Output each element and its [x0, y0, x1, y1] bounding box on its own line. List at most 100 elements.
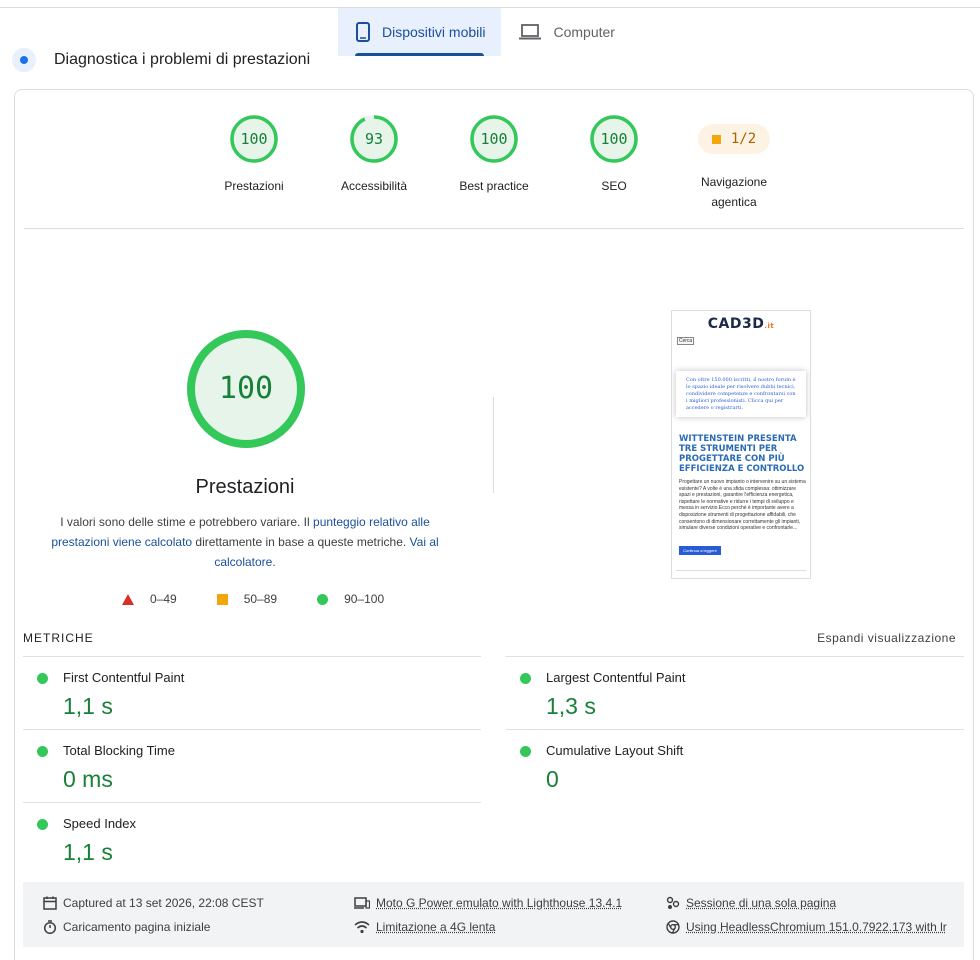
gauge-label: Best practice	[434, 176, 554, 196]
metric-name: Largest Contentful Paint	[546, 670, 685, 685]
session-icon	[666, 896, 680, 910]
metric-fcp: First Contentful Paint 1,1 s	[23, 656, 481, 729]
metric-value: 1,3 s	[546, 693, 596, 720]
pass-circle-icon	[37, 673, 48, 684]
gauge-label: Accessibilità	[314, 176, 434, 196]
footer-browser[interactable]: Using HeadlessChromium 151.0.7922.173 wi…	[666, 920, 947, 934]
score-value: 100	[589, 114, 639, 164]
site-article-headline: WITTENSTEIN PRESENTA TRE STRUMENTI PER P…	[679, 434, 805, 474]
gauge-accessibility[interactable]: 93 Accessibilità	[314, 114, 434, 196]
gauge-label: Navigazione agentica	[674, 172, 794, 212]
performance-title: Prestazioni	[95, 476, 395, 499]
metric-value: 0 ms	[63, 766, 113, 793]
legend-fail-label: 0–49	[150, 592, 177, 606]
metric-cls: Cumulative Layout Shift 0	[506, 729, 964, 802]
metric-name: Cumulative Layout Shift	[546, 743, 683, 758]
captured-text: Captured at 13 set 2026, 22:08 CEST	[63, 896, 264, 910]
legend-pass: 90–100	[317, 592, 384, 606]
circle-icon	[317, 594, 328, 605]
gauge-performance[interactable]: 100 Prestazioni	[194, 114, 314, 196]
device-text: Moto G Power emulato with Lighthouse 13.…	[376, 896, 622, 910]
timer-icon	[43, 920, 57, 934]
vertical-divider	[493, 397, 494, 493]
site-search-button: Cerca	[677, 337, 694, 345]
score-value: 93	[349, 114, 399, 164]
tab-desktop-label: Computer	[553, 24, 614, 40]
metric-speed-index: Speed Index 1,1 s	[23, 802, 481, 875]
legend-fail: 0–49	[122, 592, 177, 606]
metric-name: First Contentful Paint	[63, 670, 184, 685]
tab-mobile[interactable]: Dispositivi mobili	[338, 8, 501, 56]
footer-throttling[interactable]: Limitazione a 4G lenta	[354, 920, 495, 934]
legend-pass-label: 90–100	[344, 592, 384, 606]
performance-description: I valori sono delle stime e potrebbero v…	[40, 512, 450, 572]
footer-device[interactable]: Moto G Power emulato with Lighthouse 13.…	[354, 896, 622, 910]
average-square-icon	[712, 135, 721, 144]
score-value: 100	[469, 114, 519, 164]
calendar-icon	[43, 896, 57, 910]
metric-name: Total Blocking Time	[63, 743, 175, 758]
score-ring: 100	[469, 114, 519, 164]
agentic-score-value: 1/2	[731, 131, 756, 147]
diagnostics-header: Diagnostica i problemi di prestazioni	[12, 48, 310, 72]
metric-name: Speed Index	[63, 816, 136, 831]
gauge-seo[interactable]: 100 SEO	[554, 114, 674, 196]
laptop-icon	[519, 24, 541, 40]
smartphone-icon	[356, 22, 370, 42]
tab-desktop[interactable]: Computer	[501, 8, 630, 56]
pass-circle-icon	[520, 746, 531, 757]
wifi-icon	[354, 920, 370, 934]
gauge-label-line2: agentica	[674, 192, 794, 212]
desc-text: I valori sono delle stime e potrebbero v…	[60, 515, 313, 529]
gauge-label-line1: Navigazione	[674, 172, 794, 192]
tab-mobile-label: Dispositivi mobili	[382, 24, 485, 40]
score-ring: 93	[349, 114, 399, 164]
metric-lcp: Largest Contentful Paint 1,3 s	[506, 656, 964, 729]
footer-load: Caricamento pagina iniziale	[43, 920, 210, 934]
square-icon	[217, 594, 228, 605]
metric-tbt: Total Blocking Time 0 ms	[23, 729, 481, 802]
desc-text: direttamente in base a queste metriche.	[192, 535, 409, 549]
performance-gauge-large: 100	[185, 328, 307, 450]
section-divider	[24, 228, 964, 229]
site-read-more-button: Continua a leggere	[679, 546, 721, 555]
desc-text: .	[272, 555, 275, 569]
site-bottom-bar	[676, 570, 806, 578]
footer-session[interactable]: Sessione di una sola pagina	[666, 896, 836, 910]
metrics-title: METRICHE	[23, 631, 94, 645]
score-legend: 0–49 50–89 90–100	[122, 592, 424, 606]
throttling-text: Limitazione a 4G lenta	[376, 920, 495, 934]
legend-average-label: 50–89	[244, 592, 277, 606]
gauge-label: Prestazioni	[194, 176, 314, 196]
session-text: Sessione di una sola pagina	[686, 896, 836, 910]
expand-view-toggle[interactable]: Espandi visualizzazione	[817, 631, 956, 645]
site-article-body: Progettare un nuovo impianto o interveni…	[679, 479, 807, 532]
diagnostics-icon	[12, 48, 36, 72]
device-tabs: Dispositivi mobili Computer	[338, 8, 631, 56]
site-forum-banner: Con oltre 150.000 iscritti, il nostro fo…	[676, 371, 806, 417]
runtime-settings-footer: Captured at 13 set 2026, 22:08 CEST Cari…	[23, 882, 964, 947]
gauge-label: SEO	[554, 176, 674, 196]
chrome-icon	[666, 920, 680, 934]
gauge-agentic-navigation[interactable]: 1/2 Navigazione agentica	[674, 114, 794, 212]
triangle-icon	[122, 594, 134, 605]
site-logo: CAD3D.it	[672, 316, 810, 332]
gauge-best-practices[interactable]: 100 Best practice	[434, 114, 554, 196]
final-screenshot-thumbnail[interactable]: CAD3D.it Cerca Con oltre 150.000 iscritt…	[671, 310, 811, 579]
pass-circle-icon	[37, 746, 48, 757]
browser-text: Using HeadlessChromium 151.0.7922.173 wi…	[686, 920, 947, 934]
devices-icon	[354, 896, 370, 910]
footer-captured: Captured at 13 set 2026, 22:08 CEST	[43, 896, 264, 910]
load-text: Caricamento pagina iniziale	[63, 920, 210, 934]
metric-value: 1,1 s	[63, 839, 113, 866]
category-gauges: 100 Prestazioni 93 Accessibilità 100 Bes…	[0, 114, 980, 214]
pass-circle-icon	[37, 819, 48, 830]
score-ring: 100	[229, 114, 279, 164]
pass-circle-icon	[520, 673, 531, 684]
logo-suffix: .it	[764, 322, 774, 330]
logo-text: CAD3D	[708, 316, 765, 332]
diagnostics-title: Diagnostica i problemi di prestazioni	[54, 51, 310, 69]
performance-score: 100	[185, 328, 307, 450]
legend-average: 50–89	[217, 592, 277, 606]
agentic-score-pill: 1/2	[698, 124, 770, 154]
